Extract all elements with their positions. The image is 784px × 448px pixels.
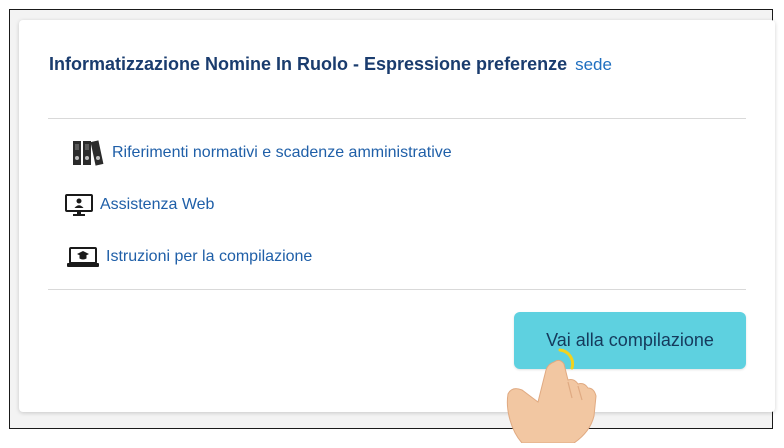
link-label[interactable]: Riferimenti normativi e scadenze amminis… bbox=[112, 144, 452, 162]
link-istruzioni-compilazione[interactable]: Istruzioni per la compilazione bbox=[66, 245, 312, 269]
page-title: Informatizzazione Nomine In Ruolo - Espr… bbox=[49, 54, 568, 74]
laptop-graduation-icon bbox=[66, 245, 100, 269]
monitor-user-icon bbox=[64, 193, 94, 217]
divider-top bbox=[48, 118, 746, 119]
page-subtitle: sede bbox=[575, 55, 612, 74]
binders-icon bbox=[72, 140, 106, 166]
start-compilation-button[interactable]: Vai alla compilazione bbox=[514, 312, 746, 369]
divider-bottom bbox=[48, 289, 746, 290]
card-header: Informatizzazione Nomine In Ruolo - Espr… bbox=[49, 54, 612, 75]
start-compilation-label[interactable]: Vai alla compilazione bbox=[546, 330, 714, 351]
link-riferimenti-normativi[interactable]: Riferimenti normativi e scadenze amminis… bbox=[72, 140, 452, 166]
link-assistenza-web[interactable]: Assistenza Web bbox=[64, 193, 214, 217]
link-label[interactable]: Istruzioni per la compilazione bbox=[106, 248, 312, 266]
link-label[interactable]: Assistenza Web bbox=[100, 196, 214, 214]
